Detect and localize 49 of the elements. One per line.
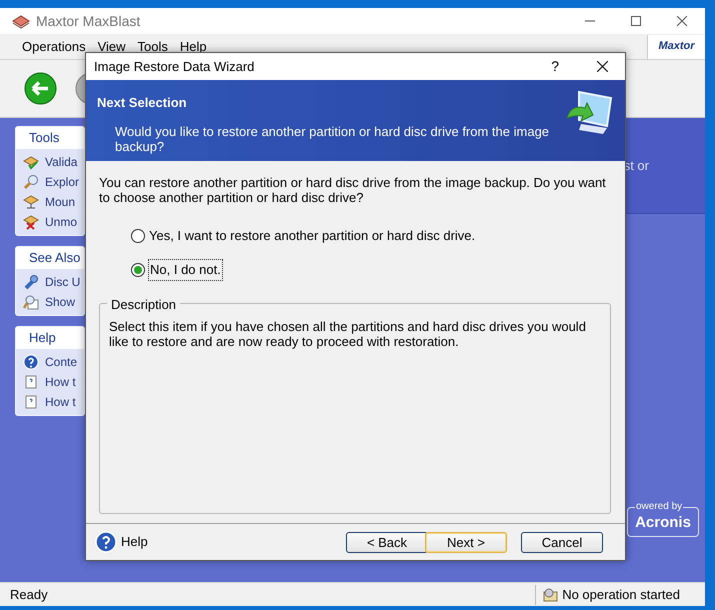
disk-cross-icon [23,214,39,230]
menu-item[interactable]: View [92,38,132,54]
magnifier-icon [23,174,39,190]
sidebar-item[interactable]: Explor [45,173,80,191]
option-label[interactable]: No, I do not. [149,260,222,280]
window-title: Maxtor MaxBlast [36,12,140,30]
sidebar-item[interactable]: Unmo [45,213,78,231]
prompt-text: You can restore another partition or hard disc drive from the image backup. Do you want to choose another partition or hard disc drive? [99,175,607,205]
brand-logo: Maxtor [647,34,705,58]
help-icon[interactable] [95,531,117,553]
sidebar-item[interactable]: Moun [45,193,76,211]
wizard-button[interactable]: Next > [425,532,507,552]
menu-item[interactable]: Operations [16,38,92,54]
disk-icon [542,586,558,602]
sidebar-item[interactable]: Valida [45,153,78,171]
help-link[interactable]: Help [121,532,148,552]
maximize-icon[interactable] [631,16,641,26]
sidebar-item[interactable]: Conte [45,353,78,371]
close-icon[interactable] [677,16,687,26]
disk-check-icon [23,154,39,170]
close-icon[interactable] [597,61,608,72]
status-text: No operation started [562,586,680,604]
wizard-button[interactable]: Cancel [521,532,603,552]
sidebar-item[interactable]: Show [45,293,76,311]
sidebar-item[interactable]: How t [45,393,76,411]
sidebar-item[interactable]: How t [45,373,76,391]
description-text: Select this item if you have chosen all the partitions and hard disc drives you would like to restore and are now ready to proceed with restoration. [109,319,587,349]
help-icon [23,354,39,370]
wizard-button[interactable]: < Back [346,532,428,552]
option-label[interactable]: Yes, I want to restore another partition or hard disc drive. [149,226,476,246]
panel-title: Help [29,329,56,348]
radio-button[interactable] [131,229,145,243]
header-title: Next Selection [97,94,188,112]
menu-item[interactable]: Help [174,38,213,54]
panel-title: See Also [29,249,80,268]
disk-stand-icon [23,194,39,210]
radio-button[interactable] [131,263,145,277]
minimize-icon[interactable] [585,20,595,22]
document-icon [23,394,39,410]
status-text: Ready [9,586,48,604]
help-glyph[interactable]: ? [551,56,559,77]
header-subtitle: Would you like to restore another partition or hard disc drive from the image backup? [115,124,550,154]
sidebar-item[interactable]: Disc U [45,273,80,291]
app-icon [12,13,30,29]
dialog-title: Image Restore Data Wizard [94,58,254,76]
document-icon [23,374,39,390]
panel-title: Tools [29,129,60,148]
menu-item[interactable]: Tools [132,38,174,54]
magnifier-icon [23,294,39,310]
